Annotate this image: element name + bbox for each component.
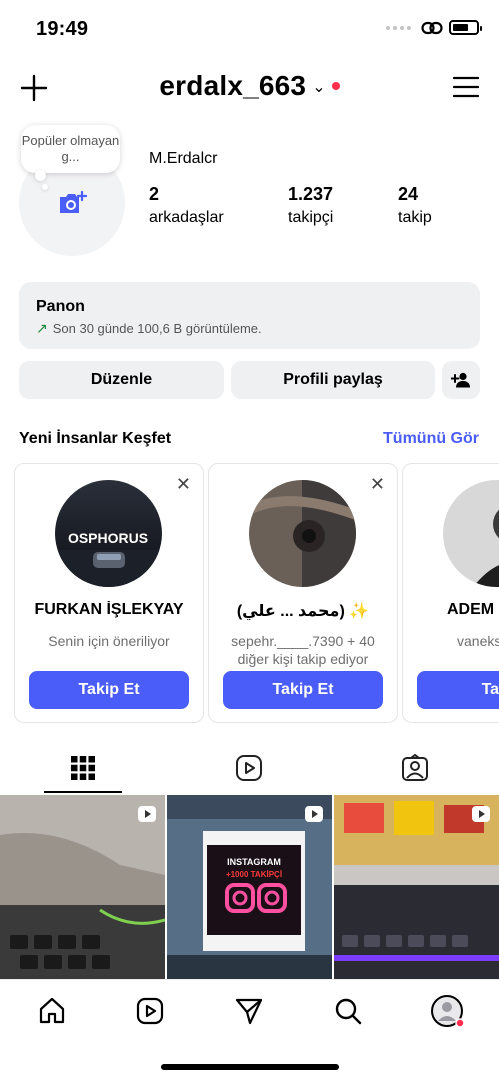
posts-grid: INSTAGRAM +1000 TAKİPÇİ (0, 795, 499, 979)
grid-post-instagram-followers[interactable]: INSTAGRAM +1000 TAKİPÇİ (167, 795, 332, 979)
reels-icon (236, 755, 262, 781)
suggestion-card[interactable]: ADEM vaneks takip e Taki (402, 463, 499, 723)
follow-button[interactable]: Taki (417, 671, 499, 709)
grid-icon (71, 756, 95, 780)
tab-posts-grid[interactable] (0, 744, 166, 792)
suggestion-avatar[interactable]: OSPHORUS (55, 480, 162, 587)
username: erdalx_663 (159, 70, 307, 101)
add-photo-camera-icon[interactable] (57, 190, 87, 216)
stat-friends[interactable]: 2 arkadaşlar (149, 184, 224, 227)
stat-label: takipçi (288, 209, 334, 226)
suggestion-card[interactable]: ✕ (محمد ... علي) ✨ sepehr.____.7390 + 40… (208, 463, 398, 723)
home-indicator (161, 1064, 339, 1070)
reels-icon (136, 997, 164, 1025)
notification-dot (331, 82, 340, 90)
stat-value: 1.237 (288, 184, 334, 204)
discover-people-button[interactable] (442, 361, 480, 399)
nav-direct-messages[interactable] (232, 994, 266, 1028)
home-icon (39, 997, 65, 1024)
active-tab-indicator (44, 791, 122, 793)
suggestion-carousel[interactable]: ✕ OSPHORUS FURKAN İŞLEKYAY Senin için ön… (0, 463, 499, 724)
stat-label: arkadaşlar (149, 209, 224, 226)
stat-following[interactable]: 24 takip (398, 184, 432, 227)
add-person-icon (451, 372, 470, 388)
professional-dashboard[interactable]: Panon ↗ Son 30 günde 100,6 B görüntüleme… (19, 282, 480, 349)
post-caption-top: INSTAGRAM (227, 857, 281, 867)
tab-tagged[interactable] (332, 744, 498, 792)
note-bubble[interactable]: Popüler olmayan g... (21, 125, 120, 173)
status-bar: 19:49 (0, 0, 499, 60)
see-all-link[interactable]: Tümünü Gör (383, 430, 479, 448)
stat-label: takip (398, 209, 432, 226)
dashboard-title: Panon (36, 298, 85, 315)
profile-header: erdalx_663 ⌄ (0, 66, 499, 112)
account-switcher[interactable]: erdalx_663 ⌄ (0, 70, 499, 102)
hamburger-menu-icon[interactable] (453, 76, 479, 98)
suggestion-name[interactable]: ADEM (447, 601, 499, 619)
battery-icon (449, 20, 482, 35)
stat-value: 2 (149, 184, 160, 204)
suggestion-reason: vaneks takip e (457, 633, 499, 649)
reel-badge-icon (138, 806, 156, 822)
suggestion-name[interactable]: (محمد ... علي) ✨ (213, 601, 393, 621)
post-caption-bottom: +1000 TAKİPÇİ (226, 870, 282, 879)
status-time: 19:49 (36, 18, 89, 40)
grid-post-keyboard[interactable] (0, 795, 165, 979)
tab-reels[interactable] (166, 744, 332, 792)
nav-reels[interactable] (133, 994, 167, 1028)
suggestion-name[interactable]: FURKAN İŞLEKYAY (19, 601, 199, 619)
suggestion-card[interactable]: ✕ OSPHORUS FURKAN İŞLEKYAY Senin için ön… (14, 463, 204, 723)
nav-home[interactable] (35, 994, 69, 1028)
note-bubble-tail (35, 170, 46, 181)
close-icon[interactable]: ✕ (370, 474, 385, 495)
suggestion-reason: sepehr.____.7390 + 40 diğer kişi takip e… (231, 633, 375, 667)
profile-avatar-icon (431, 995, 464, 1028)
discover-people-title: Yeni İnsanlar Keşfet (19, 430, 172, 447)
chevron-down-icon: ⌄ (312, 79, 326, 96)
reel-badge-icon (472, 806, 490, 822)
status-icons (386, 20, 482, 35)
profile-content-tabs (0, 744, 499, 794)
suggestion-reason: Senin için öneriliyor (48, 633, 170, 649)
follow-button[interactable]: Takip Et (223, 671, 383, 709)
stat-value: 24 (398, 184, 419, 204)
tagged-person-icon (402, 754, 428, 781)
dashboard-views-text: Son 30 günde 100,6 B görüntüleme. (52, 321, 262, 336)
suggestion-avatar[interactable] (249, 480, 356, 587)
nav-search[interactable] (331, 994, 365, 1028)
stat-followers[interactable]: 1.237 takipçi (288, 184, 333, 227)
close-icon[interactable]: ✕ (176, 474, 191, 495)
link-icon (421, 21, 443, 34)
nav-profile[interactable] (430, 994, 464, 1028)
profile-full-name: M.Erdalcr (149, 150, 218, 167)
reel-badge-icon (305, 806, 323, 822)
follow-button[interactable]: Takip Et (29, 671, 189, 709)
suggestion-avatar[interactable] (443, 480, 499, 587)
avatar-sign-text: OSPHORUS (68, 530, 148, 546)
paper-plane-icon (235, 998, 263, 1025)
cellular-signal-icon (386, 25, 411, 30)
dashboard-subtitle: ↗ Son 30 günde 100,6 B görüntüleme. (36, 320, 463, 337)
trend-up-arrow-icon: ↗ (36, 320, 48, 336)
note-bubble-tail-small (42, 184, 48, 190)
edit-profile-button[interactable]: Düzenle (19, 361, 224, 399)
share-profile-button[interactable]: Profili paylaş (231, 361, 435, 399)
grid-post-rgb-keyboard[interactable] (334, 795, 499, 979)
search-icon (335, 998, 362, 1025)
